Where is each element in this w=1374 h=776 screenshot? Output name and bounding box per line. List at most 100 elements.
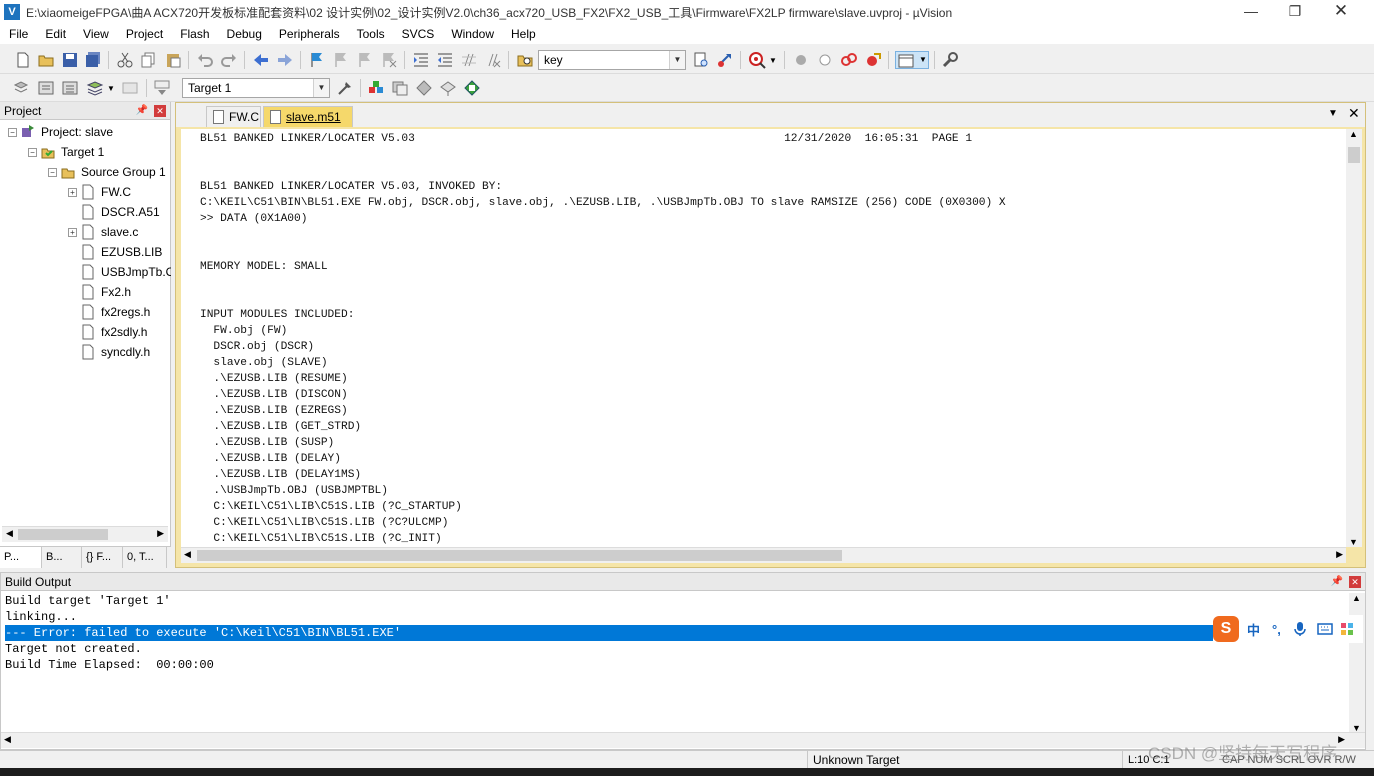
ime-toolbar[interactable]: S 中 °, (1213, 615, 1363, 643)
tab-templates[interactable]: 0, T... (123, 547, 167, 568)
minimize-button[interactable]: — (1228, 0, 1274, 24)
tab-project[interactable]: P... (0, 547, 42, 568)
tab-list-dropdown-icon[interactable]: ▼ (1328, 108, 1338, 119)
expand-icon[interactable]: + (68, 187, 77, 197)
close-panel-icon[interactable]: ✕ (154, 105, 166, 117)
scroll-down-icon[interactable]: ▼ (1349, 537, 1358, 547)
uncomment-icon[interactable] (484, 51, 502, 69)
undo-icon[interactable] (196, 51, 214, 69)
tab-functions[interactable]: {} F... (82, 547, 123, 568)
file-extensions-icon[interactable] (391, 79, 409, 97)
batch-build-icon[interactable] (86, 79, 104, 97)
chevron-down-icon[interactable]: ▼ (313, 79, 329, 97)
target-select[interactable]: Target 1 ▼ (182, 78, 330, 98)
collapse-icon[interactable]: − (48, 167, 57, 177)
microphone-icon[interactable] (1293, 621, 1307, 637)
new-file-icon[interactable] (14, 51, 32, 69)
project-hscrollbar[interactable]: ◀ ▶ (2, 526, 168, 542)
build-vscrollbar[interactable]: ▲ ▼ (1349, 593, 1365, 733)
open-folder-icon[interactable] (37, 51, 55, 69)
target-options-icon[interactable] (336, 79, 354, 97)
tree-file-node[interactable]: DSCR.A51 (81, 202, 160, 222)
next-bookmark-icon[interactable] (356, 51, 374, 69)
restore-button[interactable]: ❐ (1272, 0, 1318, 24)
menu-debug[interactable]: Debug (218, 27, 270, 41)
menu-file[interactable]: File (0, 27, 36, 41)
menu-window[interactable]: Window (442, 27, 502, 41)
insert-bookmark-icon[interactable] (308, 51, 326, 69)
scroll-right-icon[interactable]: ▶ (157, 528, 164, 539)
code-view[interactable]: BL51 BANKED LINKER/LOCATER V5.03 12/31/2… (181, 129, 1356, 547)
collapse-icon[interactable]: − (28, 147, 37, 157)
ime-chinese-mode[interactable]: 中 (1247, 620, 1260, 639)
tree-file-node[interactable]: EZUSB.LIB (81, 242, 162, 262)
tree-group-node[interactable]: − Source Group 1 (48, 162, 166, 182)
paste-icon[interactable] (164, 51, 182, 69)
navigate-back-icon[interactable] (252, 51, 270, 69)
copy-icon[interactable] (140, 51, 158, 69)
prev-bookmark-icon[interactable] (332, 51, 350, 69)
build-output-text[interactable]: Build target 'Target 1' linking... --- Err… (1, 591, 1365, 673)
skin-grid-icon[interactable] (1340, 623, 1353, 635)
tree-target-node[interactable]: − Target 1 (28, 142, 104, 162)
translate-icon[interactable] (12, 79, 30, 97)
find-combo[interactable]: key ▼ (538, 50, 686, 70)
tree-file-node[interactable]: fx2regs.h (81, 302, 150, 322)
select-software-packs-icon[interactable] (415, 79, 433, 97)
expand-icon[interactable]: + (68, 227, 77, 237)
stop-build-icon[interactable] (121, 79, 139, 97)
scroll-left-icon[interactable]: ◀ (6, 528, 13, 539)
menu-edit[interactable]: Edit (36, 27, 74, 41)
save-all-icon[interactable] (84, 51, 102, 69)
find-in-files-icon[interactable] (516, 51, 534, 69)
ime-punctuation[interactable]: °, (1272, 622, 1281, 637)
rebuild-icon[interactable] (61, 79, 79, 97)
menu-svcs[interactable]: SVCS (393, 27, 443, 41)
close-window-button[interactable]: ✕ (1318, 0, 1364, 24)
scroll-left-icon[interactable]: ◀ (184, 549, 191, 560)
download-load-icon[interactable] (153, 79, 171, 97)
manage-components-icon[interactable] (367, 79, 385, 97)
breakpoint-kill-all-icon[interactable] (864, 51, 882, 69)
tab-fw-c[interactable]: FW.C (206, 106, 261, 127)
navigate-forward-icon[interactable] (276, 51, 294, 69)
menu-help[interactable]: Help (502, 27, 544, 41)
breakpoint-disable-icon[interactable] (816, 51, 834, 69)
batch-dropdown-icon[interactable]: ▼ (107, 84, 115, 93)
close-tab-icon[interactable]: ✕ (1348, 105, 1360, 122)
tree-file-node[interactable]: Fx2.h (81, 282, 131, 302)
tab-books[interactable]: B... (42, 547, 82, 568)
tree-project-node[interactable]: − Project: slave (8, 122, 113, 142)
redo-icon[interactable] (220, 51, 238, 69)
scroll-right-icon[interactable]: ▶ (1336, 549, 1343, 560)
cut-icon[interactable] (116, 51, 134, 69)
breakpoint-kill-icon[interactable] (840, 51, 858, 69)
chevron-down-icon[interactable]: ▼ (669, 51, 685, 69)
scroll-thumb[interactable] (1348, 147, 1360, 163)
scroll-right-icon[interactable]: ▶ (1338, 734, 1345, 745)
find-icon[interactable] (692, 51, 710, 69)
comment-icon[interactable] (460, 51, 478, 69)
pack-installer-icon[interactable] (439, 79, 457, 97)
menu-view[interactable]: View (74, 27, 117, 41)
tree-file-node[interactable]: + slave.c (68, 222, 138, 242)
indent-icon[interactable] (412, 51, 430, 69)
tree-file-node[interactable]: + FW.C (68, 182, 131, 202)
build-icon[interactable] (37, 79, 55, 97)
tree-file-node[interactable]: USBJmpTb.OBJ (81, 262, 171, 282)
scroll-up-icon[interactable]: ▲ (1352, 593, 1361, 603)
debug-session-icon[interactable] (748, 51, 766, 69)
tree-file-node[interactable]: fx2sdly.h (81, 322, 147, 342)
menu-peripherals[interactable]: Peripherals (270, 27, 348, 41)
configure-wrench-icon[interactable] (941, 51, 959, 69)
tree-file-node[interactable]: syncdly.h (81, 342, 150, 362)
editor-hscrollbar[interactable]: ◀ ▶ (181, 547, 1346, 563)
save-icon[interactable] (61, 51, 79, 69)
scroll-up-icon[interactable]: ▲ (1349, 129, 1358, 139)
pin-icon[interactable]: 📌 (1331, 573, 1343, 591)
menu-tools[interactable]: Tools (348, 27, 393, 41)
incremental-find-icon[interactable] (716, 51, 734, 69)
clear-bookmarks-icon[interactable] (380, 51, 398, 69)
collapse-icon[interactable]: − (8, 127, 17, 137)
window-layout-icon[interactable]: ▼ (895, 51, 929, 69)
